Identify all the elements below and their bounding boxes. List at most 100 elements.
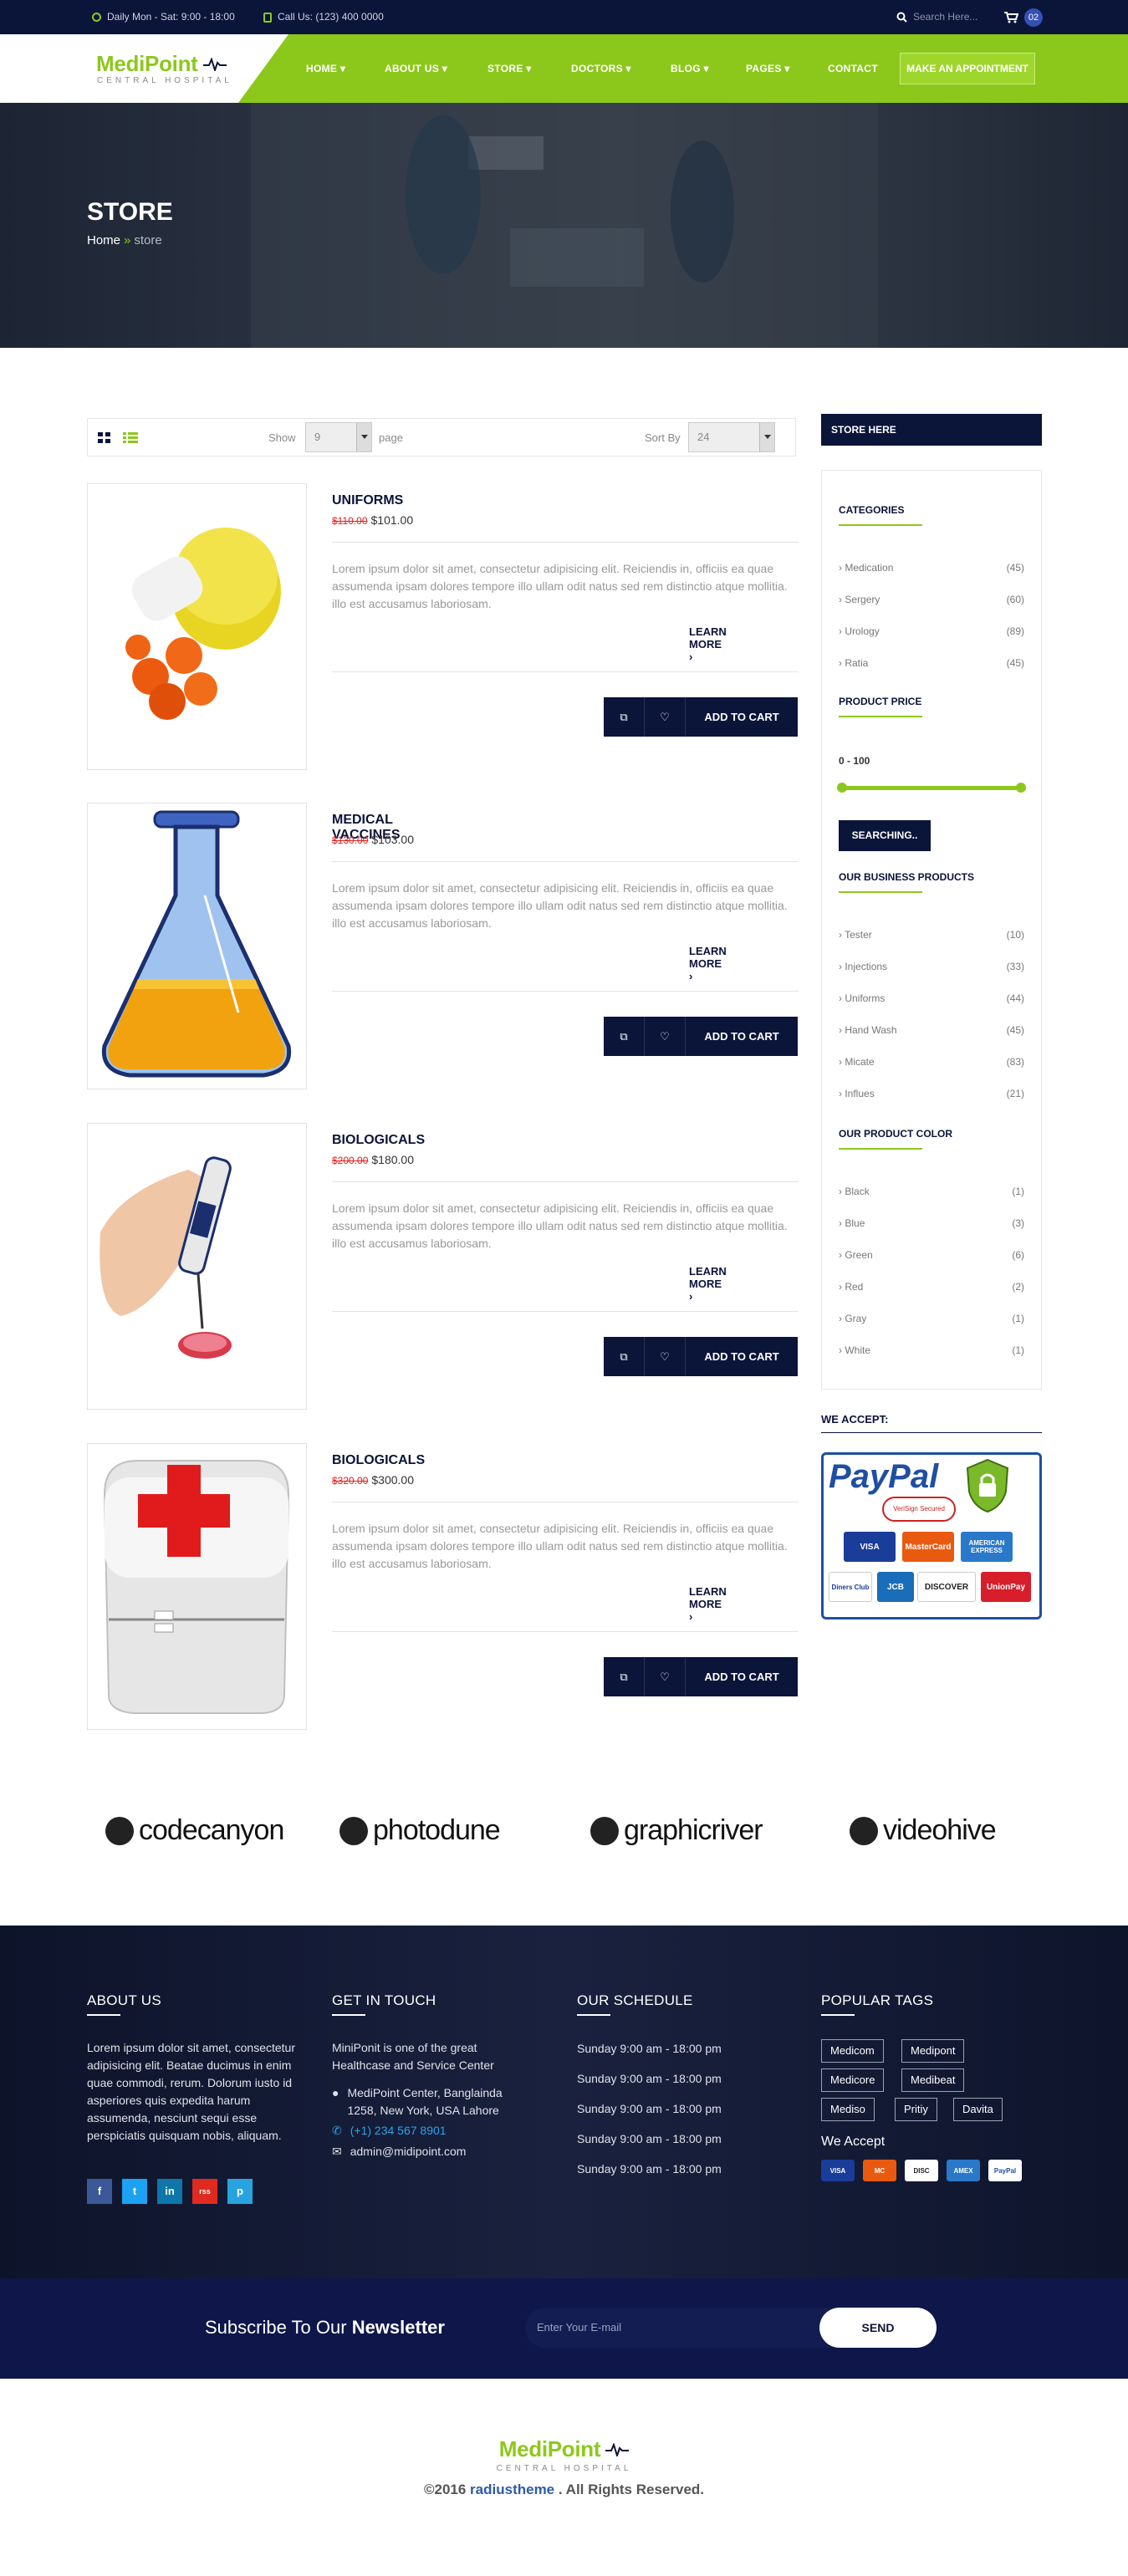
product-name[interactable]: UNIFORMS <box>332 493 403 508</box>
footer-we-accept: We Accept <box>821 2135 886 2149</box>
slider-handle-min[interactable] <box>837 783 847 793</box>
category-item[interactable]: Sergery(60) <box>839 594 1024 605</box>
color-item[interactable]: Blue(3) <box>839 1217 1024 1229</box>
sort-select[interactable]: 24 <box>688 422 775 452</box>
price-slider[interactable] <box>837 783 1026 793</box>
color-heading: OUR PRODUCT COLOR <box>839 1128 952 1150</box>
color-item[interactable]: Green(6) <box>839 1249 1024 1261</box>
breadcrumb-current: store <box>134 233 162 247</box>
learn-more-link[interactable]: LEARN MORE › <box>689 945 727 982</box>
newsletter-send-button[interactable]: SEND <box>819 2308 937 2348</box>
grid-view-icon[interactable] <box>98 432 110 444</box>
business-item[interactable]: Uniforms(44) <box>839 992 1024 1004</box>
tag-item[interactable]: Mediso <box>821 2098 875 2121</box>
add-to-cart-button[interactable]: ADD TO CART <box>686 1657 798 1696</box>
product-name[interactable]: BIOLOGICALS <box>332 1133 425 1148</box>
brand-graphicriver[interactable]: graphicriver <box>590 1814 763 1847</box>
product-image[interactable] <box>87 483 307 770</box>
logo-area[interactable]: MediPoint CENTRAL HOSPITAL <box>0 34 238 103</box>
nav-home[interactable]: HOME ▾ <box>306 34 345 103</box>
add-to-cart-button[interactable]: ADD TO CART <box>686 1337 798 1376</box>
nav-store[interactable]: STORE ▾ <box>487 34 532 103</box>
color-item[interactable]: Black(1) <box>839 1186 1024 1197</box>
rss-icon[interactable]: rss <box>192 2179 217 2204</box>
show-select[interactable]: 9 <box>305 422 372 452</box>
business-item[interactable]: Micate(83) <box>839 1056 1024 1068</box>
top-search[interactable]: Search Here... <box>896 0 977 34</box>
tag-item[interactable]: Medipont <box>901 2039 965 2063</box>
business-item[interactable]: Influes(21) <box>839 1088 1024 1099</box>
product-name[interactable]: BIOLOGICALS <box>332 1453 425 1468</box>
schedule-row: Sunday 9:00 am - 18:00 pm <box>577 2102 722 2115</box>
add-to-cart-button[interactable]: ADD TO CART <box>686 697 798 737</box>
category-item[interactable]: Medication(45) <box>839 562 1024 574</box>
add-to-cart-button[interactable]: ADD TO CART <box>686 1017 798 1056</box>
cart-icon[interactable] <box>1003 11 1018 23</box>
footer-schedule-title: OUR SCHEDULE <box>577 1992 693 2008</box>
product-image[interactable] <box>87 803 307 1089</box>
compare-icon[interactable]: ⧉ <box>604 697 645 737</box>
jcb-card-icon: JCB <box>877 1572 914 1602</box>
linkedin-icon[interactable]: in <box>157 2179 182 2204</box>
learn-more-link[interactable]: LEARN MORE › <box>689 1585 727 1623</box>
tag-item[interactable]: Pritiy <box>895 2098 937 2121</box>
category-item[interactable]: Ratia(45) <box>839 657 1024 669</box>
price-search-button[interactable]: SEARCHING.. <box>839 820 931 851</box>
business-item[interactable]: Hand Wash(45) <box>839 1024 1024 1036</box>
color-item[interactable]: Gray(1) <box>839 1313 1024 1324</box>
compare-icon[interactable]: ⧉ <box>604 1337 645 1376</box>
nav-doctors[interactable]: DOCTORS ▾ <box>571 34 631 103</box>
learn-more-link[interactable]: LEARN MORE › <box>689 1265 727 1303</box>
tag-item[interactable]: Medibeat <box>901 2068 965 2092</box>
amex-card-icon: AMEX <box>947 2160 980 2181</box>
cart-widget[interactable]: 02 <box>1003 0 1043 34</box>
list-view-icon[interactable] <box>123 432 138 444</box>
nav-contact[interactable]: CONTACT <box>828 34 878 103</box>
breadcrumb-home[interactable]: Home <box>87 233 120 247</box>
brand-videohive[interactable]: videohive <box>850 1814 997 1847</box>
facebook-icon[interactable]: f <box>87 2179 112 2204</box>
chevron-down-icon <box>356 423 371 451</box>
learn-more-link[interactable]: LEARN MORE › <box>689 625 727 663</box>
product-price: $110.00 $101.00 <box>332 513 413 528</box>
category-item[interactable]: Urology(89) <box>839 625 1024 637</box>
compare-icon[interactable]: ⧉ <box>604 1017 645 1056</box>
appointment-button[interactable]: MAKE AN APPOINTMENT <box>900 53 1035 84</box>
nav-pages[interactable]: PAGES ▾ <box>746 34 790 103</box>
footer-logo: MediPoint CENTRAL HOSPITAL ©2016 radiust… <box>0 2436 1128 2498</box>
paypal-badge: PayPal VeriSign Secured VISA MasterCard … <box>821 1452 1042 1620</box>
brand-codecanyon[interactable]: codecanyon <box>105 1814 284 1847</box>
tag-item[interactable]: Davita <box>953 2098 1003 2121</box>
heart-icon[interactable]: ♡ <box>645 1017 686 1056</box>
brand-photodune[interactable]: photodune <box>339 1814 501 1847</box>
compare-icon[interactable]: ⧉ <box>604 1657 645 1696</box>
pinterest-icon[interactable]: p <box>227 2179 253 2204</box>
old-price: $110.00 <box>332 515 368 527</box>
color-item[interactable]: Red(2) <box>839 1281 1024 1293</box>
old-price: $200.00 <box>332 1155 369 1166</box>
product-description: Lorem ipsum dolor sit amet, consectetur … <box>332 562 788 610</box>
footer-phone[interactable]: ✆ (+1) 234 567 8901 <box>332 2122 447 2140</box>
heart-icon[interactable]: ♡ <box>645 697 686 737</box>
twitter-icon[interactable]: t <box>122 2179 147 2204</box>
color-item[interactable]: White(1) <box>839 1344 1024 1356</box>
nav-blog[interactable]: BLOG ▾ <box>671 34 709 103</box>
price-heading: PRODUCT PRICE <box>839 696 922 717</box>
product-image[interactable] <box>87 1443 307 1730</box>
business-item[interactable]: Injections(33) <box>839 961 1024 972</box>
product-image[interactable] <box>87 1123 307 1410</box>
product-actions: ⧉ ♡ ADD TO CART <box>604 697 798 737</box>
business-item[interactable]: Tester(10) <box>839 929 1024 941</box>
search-input[interactable]: Search Here... <box>913 0 977 34</box>
heart-icon[interactable]: ♡ <box>645 1337 686 1376</box>
chevron-right-icon: › <box>689 650 693 663</box>
search-icon[interactable] <box>896 12 907 23</box>
tag-item[interactable]: Medicore <box>821 2068 885 2092</box>
copyright-link[interactable]: radiustheme <box>470 2482 554 2497</box>
heart-icon[interactable]: ♡ <box>645 1657 686 1696</box>
footer-email[interactable]: ✉ admin@midipoint.com <box>332 2143 466 2160</box>
tag-item[interactable]: Medicom <box>821 2039 884 2063</box>
title-underline <box>332 2014 365 2016</box>
slider-handle-max[interactable] <box>1016 783 1026 793</box>
nav-about[interactable]: ABOUT US ▾ <box>385 34 447 103</box>
